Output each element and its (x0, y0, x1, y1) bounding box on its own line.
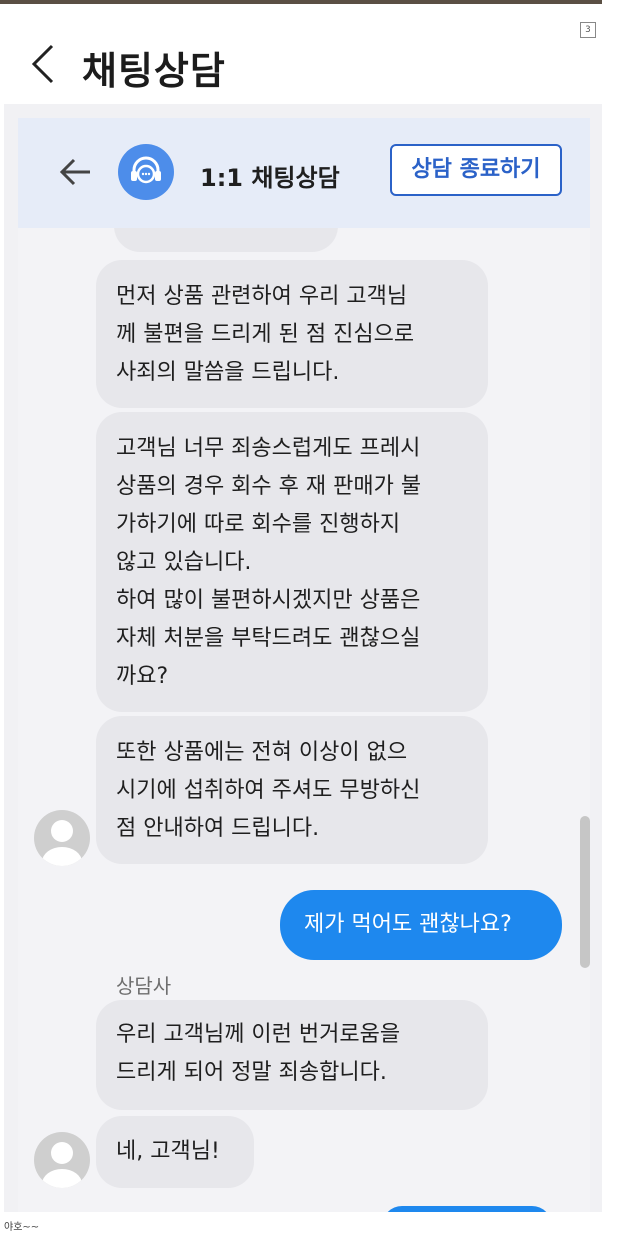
user-silhouette-icon (42, 820, 82, 866)
headset-icon (131, 156, 161, 184)
chat-header: 1:1 채팅상담 상담 종료하기 (18, 118, 590, 228)
caption: 야호~~ (4, 1222, 40, 1233)
chat-screenshot-frame: 1:1 채팅상담 상담 종료하기 먼저 상품 관련하여 우리 고객님 께 불편을… (4, 104, 602, 1212)
message-list[interactable]: 먼저 상품 관련하여 우리 고객님 께 불편을 드리게 된 점 진심으로 사죄의… (18, 228, 590, 1212)
agent-message: 또한 상품에는 전혀 이상이 없으 시기에 섭취하여 주셔도 무방하신 점 안내… (96, 716, 488, 864)
agent-message: 우리 고객님께 이런 번거로움을 드리게 되어 정말 죄송합니다. (96, 1000, 488, 1110)
agent-message: 네, 고객님! (96, 1116, 254, 1188)
user-message-partial (382, 1206, 552, 1212)
user-message: 제가 먹어도 괜찮나요? (280, 890, 562, 960)
scrollbar[interactable] (580, 238, 590, 1198)
agent-avatar (118, 144, 174, 200)
user-silhouette-icon (42, 1142, 82, 1188)
scrollbar-thumb[interactable] (580, 816, 590, 968)
agent-avatar-placeholder (34, 1132, 90, 1188)
app-header: 채팅상담 (0, 30, 602, 100)
top-strip (0, 0, 602, 4)
agent-message: 먼저 상품 관련하여 우리 고객님 께 불편을 드리게 된 점 진심으로 사죄의… (96, 260, 488, 408)
agent-message: 고객님 너무 죄송스럽게도 프레시 상품의 경우 회수 후 재 판매가 불 가하… (96, 412, 488, 712)
chevron-left-icon[interactable] (30, 42, 56, 86)
chat-title: 1:1 채팅상담 (200, 164, 340, 192)
end-consultation-button[interactable]: 상담 종료하기 (390, 144, 562, 196)
sender-label: 상담사 (116, 974, 172, 998)
agent-avatar-placeholder (34, 810, 90, 866)
page-title: 채팅상담 (82, 49, 226, 93)
agent-message-bubble (114, 228, 338, 252)
arrow-left-icon[interactable] (58, 154, 94, 190)
